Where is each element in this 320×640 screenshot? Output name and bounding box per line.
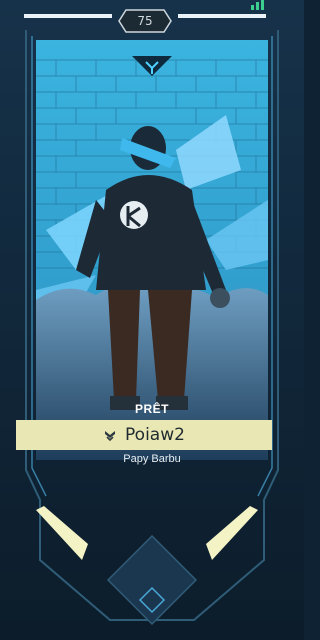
- left-glow-light: [36, 506, 88, 560]
- player-name: Poiaw2: [125, 425, 185, 445]
- right-glow-light: [206, 506, 258, 560]
- rank-chevron-icon: [105, 431, 116, 442]
- top-bar-left: [24, 14, 112, 18]
- top-bar-right: [178, 14, 266, 18]
- player-name-banner: Poiaw2: [16, 420, 272, 450]
- player-title: Papy Barbu: [123, 453, 181, 465]
- player-card-frame: 75 PRÊT Poiaw2 Papy Barbu: [0, 0, 304, 640]
- ready-status: PRÊT: [134, 402, 169, 416]
- level-number: 75: [137, 14, 153, 28]
- player-card-artwork: [36, 40, 268, 460]
- signal-strength-icon: [251, 0, 264, 10]
